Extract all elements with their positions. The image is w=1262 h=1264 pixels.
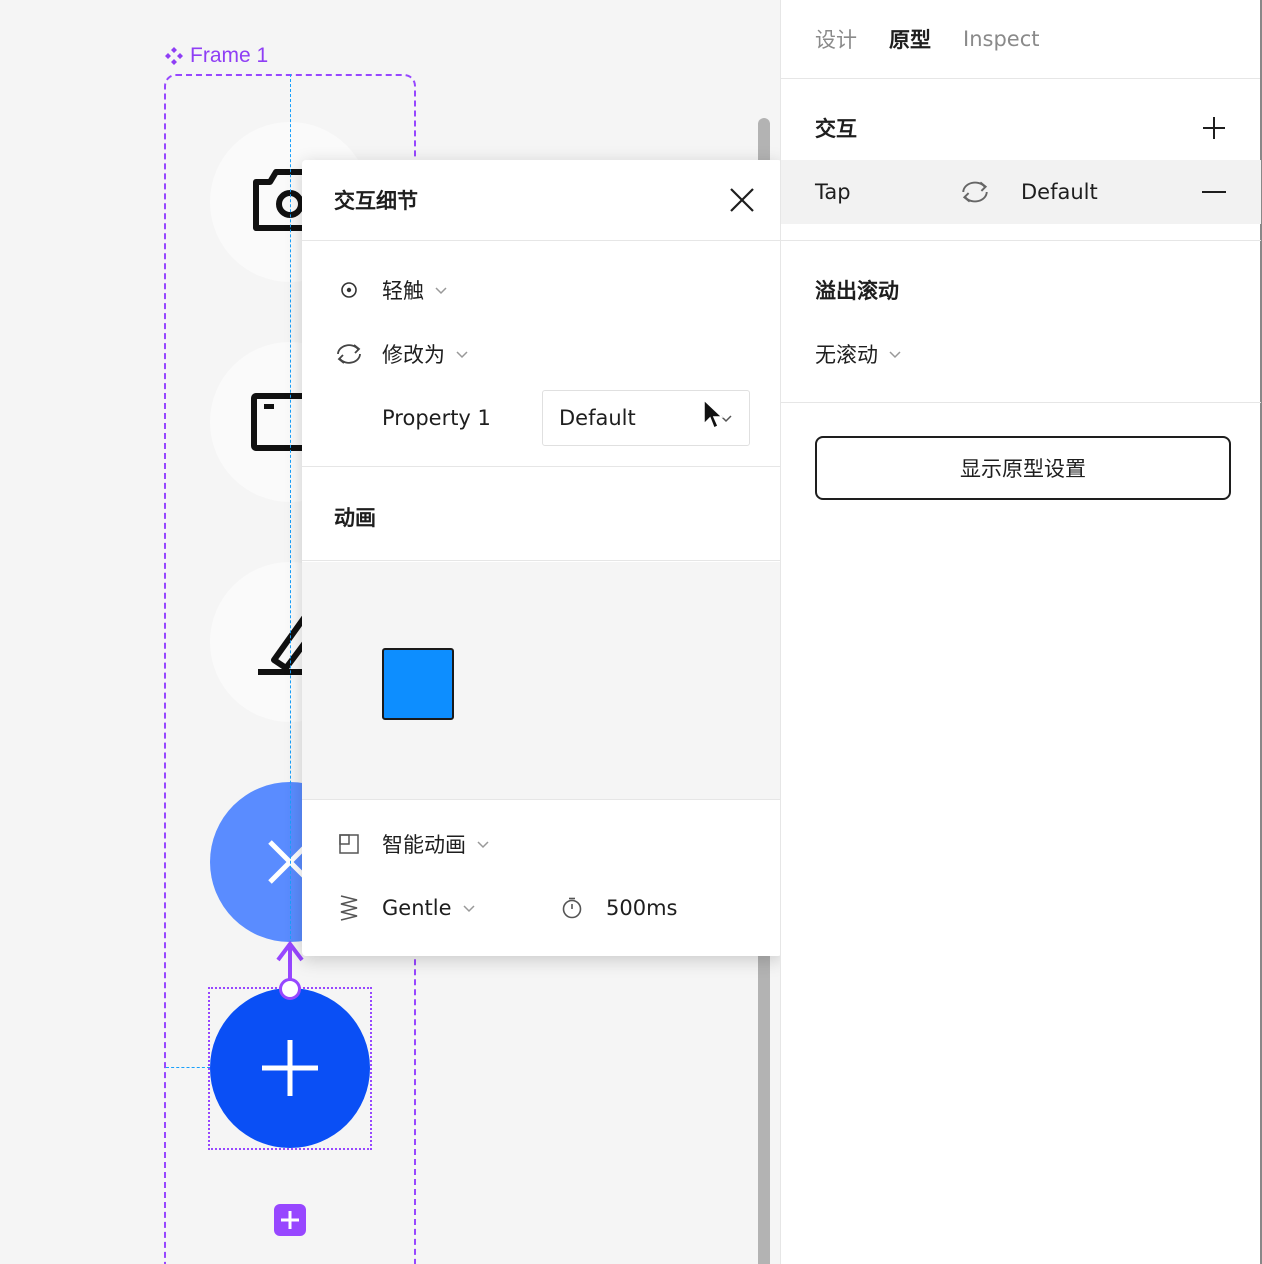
overflow-dropdown[interactable]: 无滚动 bbox=[781, 322, 1261, 386]
tap-target-icon bbox=[334, 275, 364, 305]
action-dropdown[interactable]: 修改为 bbox=[302, 322, 782, 386]
animation-settings: 智能动画 Gentle 500ms bbox=[302, 812, 782, 940]
plus-icon bbox=[281, 1211, 299, 1229]
duration-value: 500ms bbox=[606, 896, 678, 920]
interactions-title: 交互 bbox=[815, 117, 857, 141]
property-label: Property 1 bbox=[382, 406, 491, 430]
preview-box bbox=[382, 648, 454, 720]
spring-icon bbox=[334, 893, 364, 923]
minus-icon[interactable] bbox=[1201, 190, 1227, 194]
timer-icon bbox=[562, 897, 582, 919]
chevron-down-icon bbox=[435, 287, 447, 295]
properties-panel: 设计 原型 Inspect 交互 Tap Default 溢出滚动 无滚动 显示… bbox=[780, 0, 1262, 1264]
duration-field[interactable]: 500ms bbox=[560, 876, 677, 940]
change-to-icon bbox=[334, 339, 364, 369]
interaction-details-popover: 交互细节 轻触 修改为 Property 1 Default 动画 智能动画 G… bbox=[302, 160, 782, 956]
tab-design[interactable]: 设计 bbox=[815, 24, 857, 54]
selection-box bbox=[208, 987, 372, 1150]
component-icon bbox=[165, 47, 183, 65]
plus-icon[interactable] bbox=[1201, 115, 1227, 141]
divider bbox=[302, 799, 782, 800]
divider bbox=[302, 560, 782, 561]
divider bbox=[781, 240, 1261, 241]
trigger-dropdown[interactable]: 轻触 bbox=[302, 258, 782, 322]
interaction-target: Default bbox=[1021, 180, 1098, 204]
frame-label[interactable]: Frame 1 bbox=[164, 44, 268, 68]
add-interaction-badge[interactable] bbox=[274, 1204, 306, 1236]
chevron-down-icon bbox=[889, 351, 901, 359]
chevron-down-icon bbox=[456, 351, 468, 359]
vertical-guide bbox=[290, 74, 291, 954]
chevron-down-icon[interactable] bbox=[462, 901, 476, 915]
easing-label[interactable]: Gentle bbox=[382, 896, 452, 920]
tab-inspect[interactable]: Inspect bbox=[963, 27, 1039, 51]
change-to-icon bbox=[962, 181, 988, 203]
interactions-header: 交互 bbox=[781, 96, 1261, 160]
arrow-up-icon bbox=[276, 940, 304, 962]
popover-title: 交互细节 bbox=[334, 189, 418, 213]
frame-name: Frame 1 bbox=[190, 44, 269, 67]
tab-prototype[interactable]: 原型 bbox=[889, 24, 931, 54]
divider bbox=[302, 466, 782, 467]
horizontal-guide bbox=[166, 1067, 210, 1068]
action-label: 修改为 bbox=[382, 343, 445, 367]
animation-type-dropdown[interactable]: 智能动画 bbox=[302, 812, 782, 876]
animation-preview bbox=[302, 562, 782, 800]
animation-type-label: 智能动画 bbox=[382, 833, 466, 857]
interaction-item[interactable]: Tap Default bbox=[781, 160, 1261, 224]
show-prototype-settings-button[interactable]: 显示原型设置 bbox=[815, 436, 1231, 500]
connection-handle[interactable] bbox=[279, 978, 301, 1000]
close-icon[interactable] bbox=[728, 186, 756, 214]
trigger-label: 轻触 bbox=[382, 279, 424, 303]
property-value: Default bbox=[559, 406, 636, 430]
easing-row: Gentle 500ms bbox=[302, 876, 782, 940]
chevron-down-icon bbox=[477, 841, 489, 849]
overflow-value: 无滚动 bbox=[815, 343, 878, 367]
mouse-cursor-icon bbox=[703, 398, 724, 430]
overflow-title: 溢出滚动 bbox=[815, 279, 899, 303]
smart-animate-icon bbox=[334, 829, 364, 859]
overflow-header: 溢出滚动 bbox=[781, 258, 1261, 322]
panel-tabs: 设计 原型 Inspect bbox=[781, 0, 1260, 79]
popover-header: 交互细节 bbox=[302, 160, 782, 241]
divider bbox=[781, 402, 1261, 403]
animation-title: 动画 bbox=[334, 506, 376, 530]
interaction-trigger: Tap bbox=[815, 180, 851, 204]
